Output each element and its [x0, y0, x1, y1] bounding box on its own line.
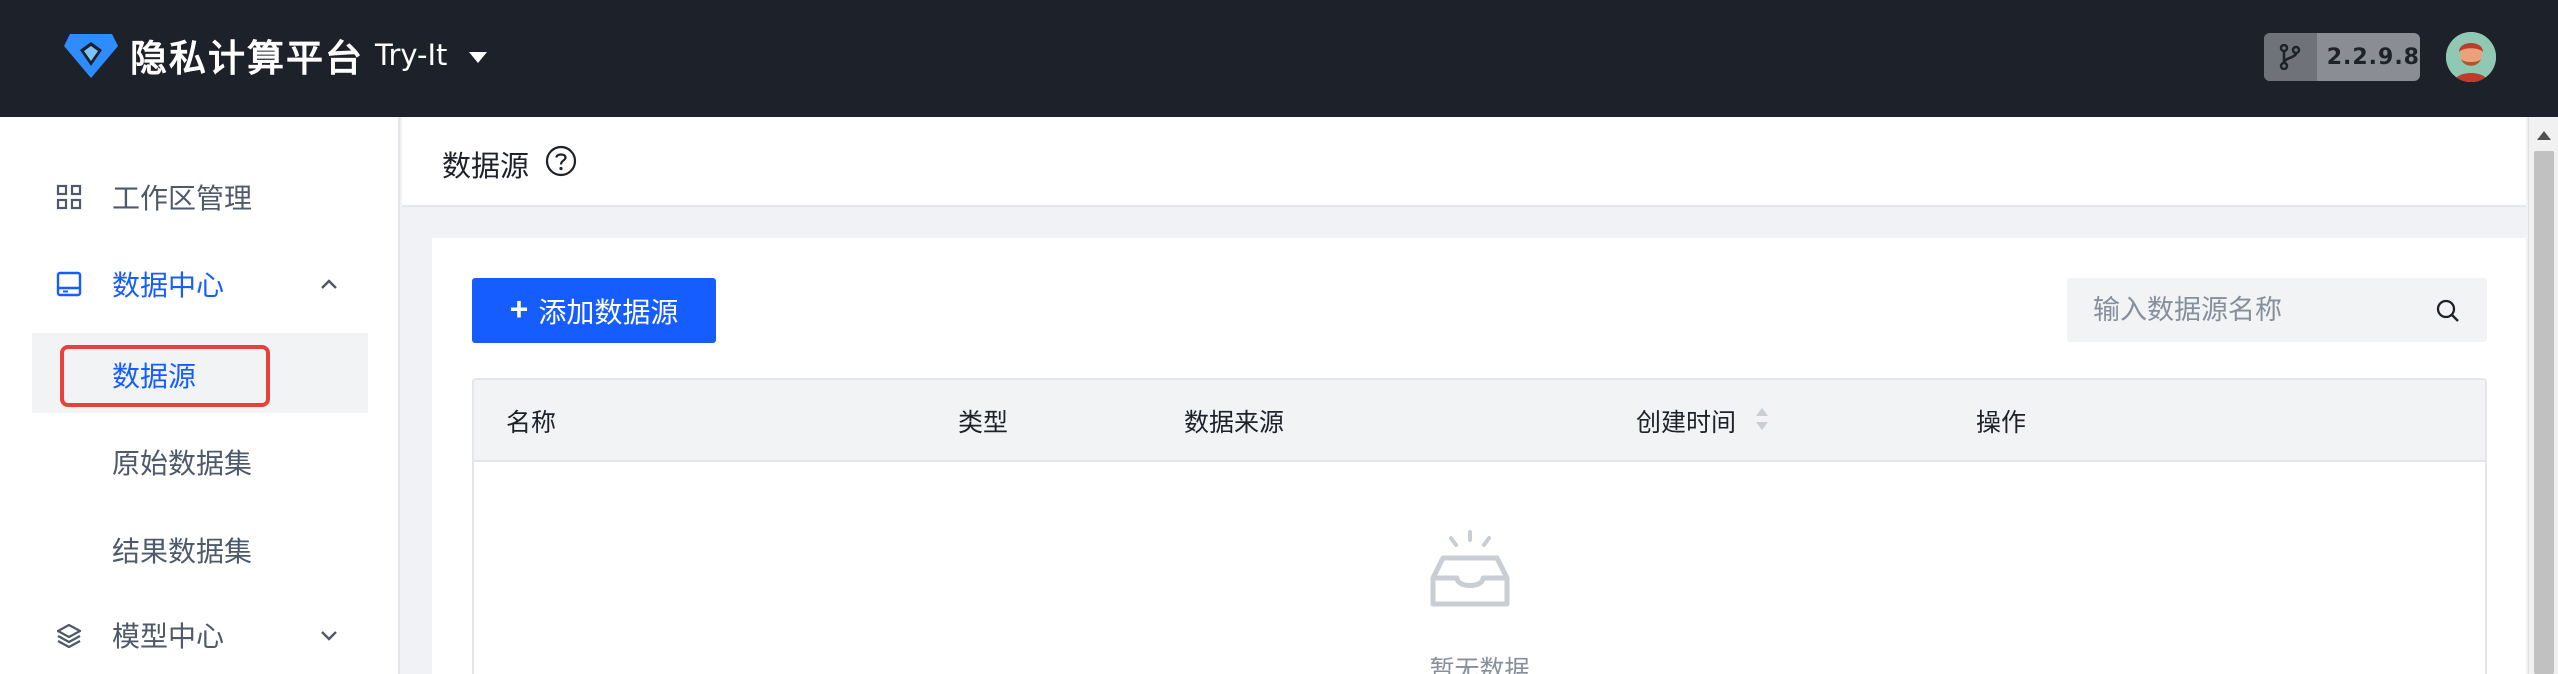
sidebar-item-model-center[interactable]: 模型中心 — [0, 595, 400, 674]
grid-icon — [56, 184, 82, 210]
sidebar-subitem-raw-datasets[interactable]: 原始数据集 — [32, 420, 368, 500]
empty-inbox-icon — [1430, 530, 1510, 607]
workspace-name: Try-It — [375, 38, 448, 72]
add-datasource-label: 添加数据源 — [538, 296, 679, 328]
sidebar-subitem-label: 结果数据集 — [112, 535, 253, 568]
scrollbar-thumb[interactable] — [2534, 151, 2554, 674]
content-card: + 添加数据源 名称 类型 数据来源 创建时间 操作 暂无数据 — [432, 238, 2526, 674]
version-badge: 2.2.9.8 — [2264, 33, 2420, 81]
table-header: 名称 类型 数据来源 创建时间 操作 — [474, 380, 2485, 462]
datasource-table: 名称 类型 数据来源 创建时间 操作 暂无数据 — [472, 378, 2487, 674]
platform-title[interactable]: 隐私计算平台 — [130, 28, 364, 82]
search-input[interactable] — [2067, 278, 2427, 342]
sidebar-item-label: 工作区管理 — [112, 182, 253, 215]
page-title: 数据源 — [442, 149, 530, 183]
column-header-created-time[interactable]: 创建时间 — [1636, 403, 1736, 439]
sidebar-item-workspace[interactable]: 工作区管理 — [0, 157, 400, 237]
help-icon[interactable] — [544, 144, 578, 178]
plus-icon: + — [509, 291, 529, 327]
sidebar-item-label: 数据中心 — [112, 269, 225, 302]
caret-down-icon — [469, 51, 488, 63]
version-text: 2.2.9.8 — [2326, 44, 2420, 70]
sidebar-item-label: 模型中心 — [112, 620, 225, 653]
column-header-actions: 操作 — [1976, 408, 2027, 437]
top-nav-bar: 隐私计算平台 Try-It 2.2.9.8 — [0, 0, 2558, 117]
sidebar-subitem-result-datasets[interactable]: 结果数据集 — [32, 508, 368, 588]
user-avatar[interactable] — [2446, 32, 2496, 82]
sidebar-subitem-datasource[interactable]: 数据源 — [32, 333, 368, 413]
column-header-name: 名称 — [506, 408, 557, 437]
column-header-type: 类型 — [958, 408, 1009, 437]
sidebar: 工作区管理 数据中心 数据源 原始数据集 结果数据集 模型中心 — [0, 117, 400, 674]
search-box — [2067, 278, 2487, 342]
empty-state-text: 暂无数据 — [1429, 655, 1530, 674]
sort-icon[interactable] — [1754, 406, 1770, 432]
workspace-switcher[interactable]: Try-It — [375, 38, 488, 72]
chevron-up-icon — [321, 279, 337, 289]
sidebar-subitem-label: 原始数据集 — [112, 447, 253, 480]
layers-icon — [56, 623, 82, 648]
page-header: 数据源 — [402, 117, 2526, 207]
search-icon[interactable] — [2435, 298, 2461, 324]
git-branch-icon — [2264, 33, 2317, 81]
column-header-source: 数据来源 — [1184, 408, 1285, 437]
logo-icon[interactable] — [62, 28, 120, 80]
add-datasource-button[interactable]: + 添加数据源 — [472, 278, 716, 343]
sidebar-item-data-center[interactable]: 数据中心 — [0, 244, 400, 324]
scroll-up-arrow-icon[interactable] — [2537, 131, 2551, 140]
vertical-scrollbar[interactable] — [2528, 117, 2558, 674]
database-icon — [56, 271, 82, 297]
chevron-down-icon — [321, 631, 337, 641]
highlight-annotation — [60, 345, 270, 407]
